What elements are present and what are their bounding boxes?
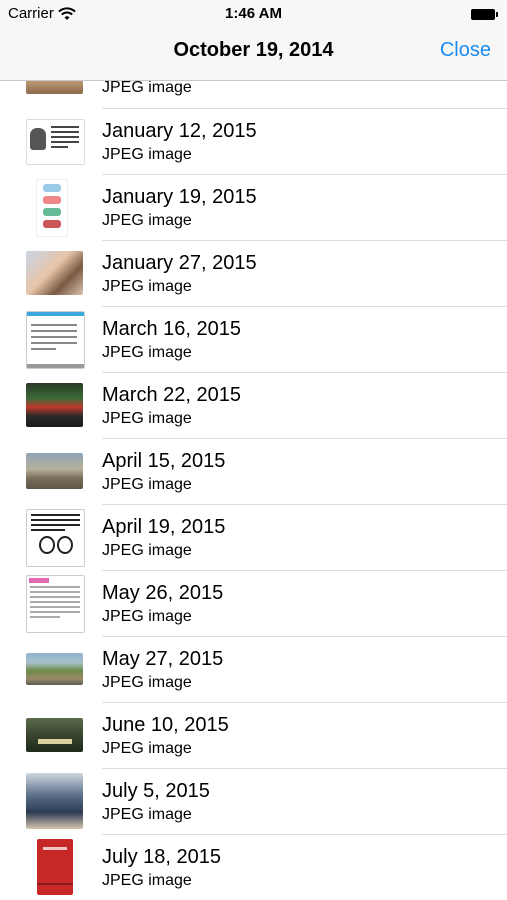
file-name: July 5, 2015	[102, 780, 210, 802]
file-kind: JPEG image	[102, 79, 192, 96]
battery-icon	[471, 8, 499, 20]
file-kind: JPEG image	[102, 278, 192, 295]
file-name: April 19, 2015	[102, 516, 226, 538]
person-thumbnail	[26, 773, 83, 829]
city-thumbnail	[26, 453, 83, 489]
file-kind: JPEG image	[102, 476, 192, 493]
file-name: July 18, 2015	[102, 846, 221, 868]
file-name: January 27, 2015	[102, 252, 257, 274]
comic-thumbnail	[36, 179, 68, 237]
file-kind: JPEG image	[102, 212, 192, 229]
text-post-thumbnail	[26, 311, 85, 369]
road-thumbnail	[26, 653, 83, 685]
status-bar: Carrier 1:46 AM	[0, 0, 507, 28]
meme-thumbnail	[26, 509, 85, 567]
list-item[interactable]: May 26, 2015 JPEG image	[0, 570, 507, 636]
list-item[interactable]: July 5, 2015 JPEG image	[0, 768, 507, 834]
row-separator	[102, 768, 507, 769]
poster-thumbnail	[26, 718, 83, 752]
row-separator	[102, 174, 507, 175]
list-item[interactable]: January 27, 2015 JPEG image	[0, 240, 507, 306]
file-kind: JPEG image	[102, 608, 192, 625]
list-item[interactable]: January 12, 2015 JPEG image	[0, 108, 507, 174]
selfie-thumbnail	[26, 251, 83, 295]
row-separator	[102, 636, 507, 637]
file-kind: JPEG image	[102, 542, 192, 559]
file-name: March 16, 2015	[102, 318, 241, 340]
row-separator	[102, 834, 507, 835]
file-name: May 26, 2015	[102, 582, 224, 604]
file-kind: JPEG image	[102, 872, 192, 889]
book-thumbnail	[37, 839, 73, 895]
row-separator	[102, 570, 507, 571]
file-name: June 10, 2015	[102, 714, 229, 736]
street-thumbnail	[26, 383, 83, 427]
article-thumbnail	[26, 575, 85, 633]
file-name: March 22, 2015	[102, 384, 241, 406]
file-name: April 15, 2015	[102, 450, 226, 472]
quote-thumbnail	[26, 119, 85, 165]
file-kind: JPEG image	[102, 410, 192, 427]
navigation-bar: Carrier 1:46 AM October 19, 2014 Close	[0, 0, 507, 81]
list-item[interactable]: April 15, 2015 JPEG image	[0, 438, 507, 504]
file-kind: JPEG image	[102, 146, 192, 163]
file-name: January 12, 2015	[102, 120, 257, 142]
row-separator	[102, 702, 507, 703]
file-kind: JPEG image	[102, 806, 192, 823]
file-kind: JPEG image	[102, 740, 192, 757]
list-item[interactable]: March 16, 2015 JPEG image	[0, 306, 507, 372]
page-title: October 19, 2014	[173, 39, 334, 61]
list-item[interactable]: January 19, 2015 JPEG image	[0, 174, 507, 240]
list-item[interactable]: June 10, 2015 JPEG image	[0, 702, 507, 768]
row-separator	[102, 372, 507, 373]
list-item[interactable]: March 22, 2015 JPEG image	[0, 372, 507, 438]
row-separator	[102, 108, 507, 109]
row-separator	[102, 438, 507, 439]
row-separator	[102, 504, 507, 505]
row-separator	[102, 240, 507, 241]
file-name: January 19, 2015	[102, 186, 257, 208]
list-item[interactable]: April 19, 2015 JPEG image	[0, 504, 507, 570]
list-item[interactable]: May 27, 2015 JPEG image	[0, 636, 507, 702]
file-name: May 27, 2015	[102, 648, 224, 670]
status-time: 1:46 AM	[225, 5, 282, 22]
list-item[interactable]: July 18, 2015 JPEG image	[0, 834, 507, 900]
row-separator	[102, 306, 507, 307]
file-kind: JPEG image	[102, 674, 192, 691]
close-button[interactable]: Close	[440, 39, 491, 62]
file-kind: JPEG image	[102, 344, 192, 361]
